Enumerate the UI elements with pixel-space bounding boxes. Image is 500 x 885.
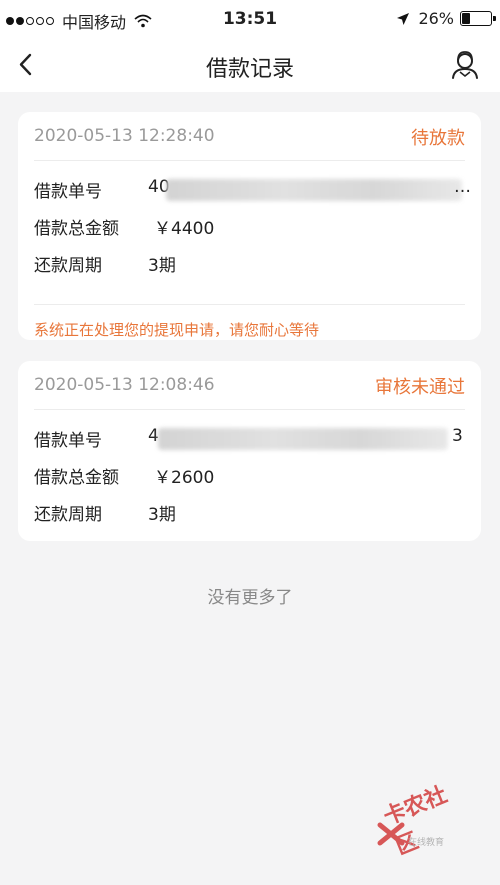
card-header: 2020-05-13 12:08:46 审核未通过 bbox=[34, 361, 465, 410]
amount-value: ￥2600 bbox=[154, 468, 215, 488]
customer-service-icon bbox=[452, 51, 478, 79]
battery-fill bbox=[462, 13, 470, 24]
period-label: 还款周期 bbox=[34, 256, 102, 276]
status-bar: 中国移动 13:51 26% bbox=[0, 0, 500, 38]
order-number-suffix: … bbox=[454, 177, 471, 197]
loan-record-card[interactable]: 2020-05-13 12:08:46 审核未通过 借款单号 4 3 借款总金额… bbox=[18, 361, 481, 541]
order-number-row: 借款单号 4 3 bbox=[34, 420, 465, 457]
watermark-subtext: 在线教育 bbox=[408, 838, 445, 848]
battery-icon bbox=[460, 11, 496, 26]
amount-row: 借款总金额 ￥4400 bbox=[34, 208, 465, 245]
period-value: 3期 bbox=[148, 256, 176, 276]
order-number-label: 借款单号 bbox=[34, 182, 102, 202]
order-number-suffix: 3 bbox=[452, 426, 463, 446]
customer-service-button[interactable] bbox=[448, 48, 482, 82]
watermark-logo: 卡农社区 在线教育 bbox=[376, 782, 486, 860]
amount-value: ￥4400 bbox=[154, 219, 215, 239]
order-number-label: 借款单号 bbox=[34, 431, 102, 451]
amount-label: 借款总金额 bbox=[34, 468, 119, 488]
redacted-order-number bbox=[166, 179, 462, 201]
card-footer: 系统正在处理您的提现申请，请您耐心等待 bbox=[34, 304, 465, 351]
amount-row: 借款总金额 ￥2600 bbox=[34, 457, 465, 494]
no-more-text: 没有更多了 bbox=[207, 588, 293, 608]
record-datetime: 2020-05-13 12:28:40 bbox=[34, 126, 215, 146]
card-header: 2020-05-13 12:28:40 待放款 bbox=[34, 112, 465, 161]
nav-bar: 借款记录 bbox=[0, 38, 500, 92]
status-badge: 审核未通过 bbox=[375, 377, 465, 398]
amount-label: 借款总金额 bbox=[34, 219, 119, 239]
status-badge: 待放款 bbox=[411, 128, 465, 149]
processing-notice: 系统正在处理您的提现申请，请您耐心等待 bbox=[34, 321, 320, 339]
status-right: 26% bbox=[396, 9, 496, 28]
record-datetime: 2020-05-13 12:08:46 bbox=[34, 375, 215, 395]
period-label: 还款周期 bbox=[34, 505, 102, 525]
battery-percent: 26% bbox=[418, 9, 454, 28]
order-number-row: 借款单号 40 … bbox=[34, 171, 471, 208]
location-arrow-icon bbox=[397, 12, 410, 25]
period-row: 还款周期 3期 bbox=[34, 245, 465, 282]
redacted-order-number bbox=[158, 428, 448, 450]
period-row: 还款周期 3期 bbox=[34, 494, 465, 531]
loan-record-card[interactable]: 2020-05-13 12:28:40 待放款 借款单号 40 … 借款总金额 … bbox=[18, 112, 481, 340]
period-value: 3期 bbox=[148, 505, 176, 525]
page-title: 借款记录 bbox=[205, 57, 294, 82]
